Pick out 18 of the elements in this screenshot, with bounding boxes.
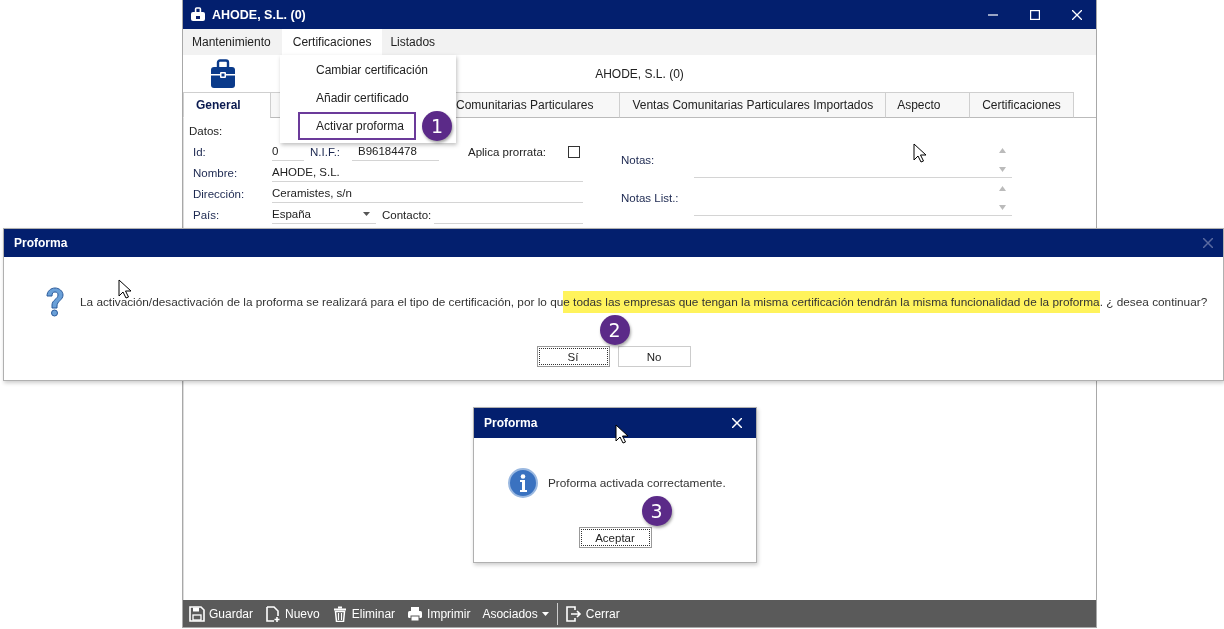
step-badge: 2: [599, 315, 630, 345]
record-title: AHODE, S.L. (0): [595, 66, 684, 81]
step-badge: 1: [422, 111, 452, 141]
dialog-title: Proforma: [484, 416, 538, 430]
dialog-message: Proforma activada correctamente.: [548, 475, 726, 490]
dialog-title: Proforma: [14, 236, 68, 250]
field-label: N.I.F.:: [310, 145, 342, 158]
window-title: AHODE, S.L. (0): [212, 7, 306, 22]
field-label: Contacto:: [382, 208, 433, 221]
field-label: Dirección:: [193, 187, 246, 200]
field-label: Id:: [193, 145, 207, 158]
step-badge: 3: [641, 496, 672, 526]
field-label: Notas List.:: [621, 192, 680, 204]
section-label: Datos:: [189, 124, 223, 139]
field-label: Nombre:: [193, 166, 239, 179]
field-label: Aplica prorrata:: [468, 145, 547, 158]
field-label: Notas:: [621, 154, 656, 166]
field-label: País:: [193, 208, 221, 221]
